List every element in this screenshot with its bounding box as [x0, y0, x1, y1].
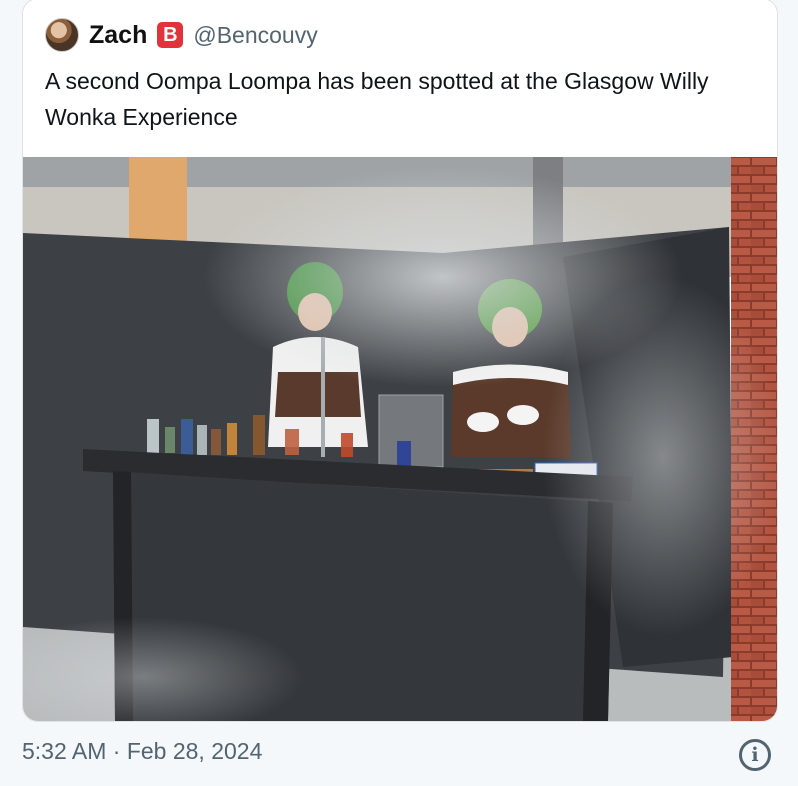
verified-badge-icon: B: [157, 22, 184, 48]
tweet-card[interactable]: Zach B @Bencouvy A second Oompa Loompa h…: [22, 0, 778, 722]
author-handle[interactable]: @Bencouvy: [193, 22, 317, 49]
tweet-header: Zach B @Bencouvy: [45, 17, 318, 53]
tweet-photo[interactable]: [23, 157, 777, 721]
avatar[interactable]: [45, 18, 79, 52]
tweet-timestamp[interactable]: 5:32 AM · Feb 28, 2024: [22, 738, 262, 765]
tweet-text: A second Oompa Loompa has been spotted a…: [45, 68, 709, 130]
info-icon[interactable]: i: [739, 739, 771, 771]
author-name[interactable]: Zach: [89, 21, 147, 50]
